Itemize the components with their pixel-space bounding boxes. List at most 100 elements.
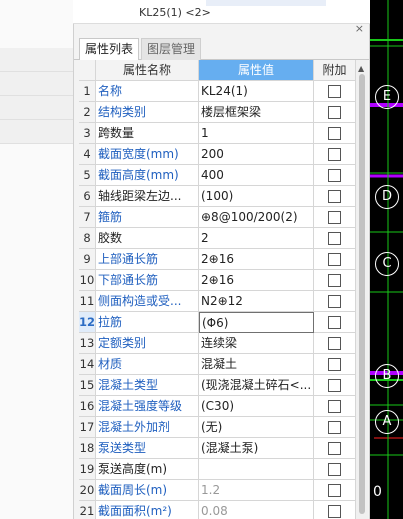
add-checkbox[interactable] bbox=[328, 420, 341, 434]
table-row[interactable]: 16 混凝土强度等级 (C30) bbox=[79, 396, 356, 417]
property-value[interactable]: KL24(1) bbox=[199, 81, 314, 102]
property-value[interactable]: 0.08 bbox=[199, 501, 314, 519]
row-index: 10 bbox=[79, 270, 96, 291]
property-add-cell bbox=[314, 270, 356, 291]
property-value[interactable]: 连续梁 bbox=[199, 333, 314, 354]
property-value[interactable]: 楼层框架梁 bbox=[199, 102, 314, 123]
property-add-cell bbox=[314, 249, 356, 270]
add-checkbox[interactable] bbox=[328, 357, 341, 371]
table-row[interactable]: 20 截面周长(m) 1.2 bbox=[79, 480, 356, 501]
property-add-cell bbox=[314, 480, 356, 501]
row-index: 4 bbox=[79, 144, 96, 165]
table-row[interactable]: 4 截面宽度(mm) 200 bbox=[79, 144, 356, 165]
add-checkbox[interactable] bbox=[328, 189, 341, 203]
add-checkbox[interactable] bbox=[328, 210, 341, 224]
row-index: 14 bbox=[79, 354, 96, 375]
add-checkbox[interactable] bbox=[328, 315, 341, 329]
header-index bbox=[79, 60, 96, 81]
table-row[interactable]: 7 箍筋 ⊕8@100/200(2) bbox=[79, 207, 356, 228]
property-name: 材质 bbox=[96, 354, 199, 375]
row-index: 20 bbox=[79, 480, 96, 501]
table-row[interactable]: 21 截面面积(m²) 0.08 bbox=[79, 501, 356, 519]
add-checkbox[interactable] bbox=[328, 252, 341, 266]
scroll-up-icon[interactable]: ▲ bbox=[358, 64, 364, 73]
tree-item-kl25[interactable]: KL25(1) <2> bbox=[139, 6, 211, 19]
property-value[interactable]: (C30) bbox=[199, 396, 314, 417]
table-row[interactable]: 3 跨数量 1 bbox=[79, 123, 356, 144]
property-grid: 属性名称 属性值 附加 1 名称 KL24(1) 2 结构类别 楼层框架梁 3 跨数量 1 4 截面… bbox=[79, 60, 356, 519]
drawing-canvas[interactable]: E D C B A 0 bbox=[370, 0, 403, 519]
table-row[interactable]: 13 定额类别 连续梁 bbox=[79, 333, 356, 354]
table-row[interactable]: 14 材质 混凝土 bbox=[79, 354, 356, 375]
table-row[interactable]: 11 侧面构造或受... N2⊕12 bbox=[79, 291, 356, 312]
property-add-cell bbox=[314, 123, 356, 144]
table-row[interactable]: 1 名称 KL24(1) bbox=[79, 81, 356, 102]
property-add-cell bbox=[314, 438, 356, 459]
add-checkbox[interactable] bbox=[328, 231, 341, 245]
property-value[interactable]: 200 bbox=[199, 144, 314, 165]
property-value[interactable]: ⊕8@100/200(2) bbox=[199, 207, 314, 228]
add-checkbox[interactable] bbox=[328, 462, 341, 476]
add-checkbox[interactable] bbox=[328, 441, 341, 455]
add-checkbox[interactable] bbox=[328, 126, 341, 140]
add-checkbox[interactable] bbox=[328, 168, 341, 182]
property-add-cell bbox=[314, 417, 356, 438]
add-checkbox[interactable] bbox=[328, 147, 341, 161]
property-name: 名称 bbox=[96, 81, 199, 102]
table-row[interactable]: 17 混凝土外加剂 (无) bbox=[79, 417, 356, 438]
property-value[interactable]: (100) bbox=[199, 186, 314, 207]
add-checkbox[interactable] bbox=[328, 399, 341, 413]
table-row[interactable]: 5 截面高度(mm) 400 bbox=[79, 165, 356, 186]
left-panel bbox=[0, 0, 73, 519]
property-add-cell bbox=[314, 396, 356, 417]
row-index: 5 bbox=[79, 165, 96, 186]
property-name: 下部通长筋 bbox=[96, 270, 199, 291]
property-value[interactable]: 2 bbox=[199, 228, 314, 249]
scroll-thumb[interactable] bbox=[359, 74, 365, 514]
add-checkbox[interactable] bbox=[328, 336, 341, 350]
property-value[interactable]: N2⊕12 bbox=[199, 291, 314, 312]
table-row[interactable]: 19 泵送高度(m) bbox=[79, 459, 356, 480]
property-value[interactable]: 1 bbox=[199, 123, 314, 144]
vertical-scrollbar[interactable]: ▲ bbox=[356, 60, 368, 519]
add-checkbox[interactable] bbox=[328, 378, 341, 392]
close-icon[interactable]: × bbox=[355, 23, 364, 35]
property-value[interactable]: (混凝土泵) bbox=[199, 438, 314, 459]
add-checkbox[interactable] bbox=[328, 84, 341, 98]
add-checkbox[interactable] bbox=[328, 294, 341, 308]
tab-layer-management[interactable]: 图层管理 bbox=[141, 38, 202, 60]
property-add-cell bbox=[314, 186, 356, 207]
property-value[interactable] bbox=[199, 459, 314, 480]
property-value[interactable]: 混凝土 bbox=[199, 354, 314, 375]
property-name: 混凝土强度等级 bbox=[96, 396, 199, 417]
property-value[interactable]: (无) bbox=[199, 417, 314, 438]
row-index: 9 bbox=[79, 249, 96, 270]
table-row[interactable]: 9 上部通长筋 2⊕16 bbox=[79, 249, 356, 270]
left-row bbox=[0, 72, 73, 96]
add-checkbox[interactable] bbox=[328, 504, 341, 518]
table-row[interactable]: 2 结构类别 楼层框架梁 bbox=[79, 102, 356, 123]
table-row[interactable]: 6 轴线距梁左边... (100) bbox=[79, 186, 356, 207]
table-row[interactable]: 18 泵送类型 (混凝土泵) bbox=[79, 438, 356, 459]
property-add-cell bbox=[314, 207, 356, 228]
table-row[interactable]: 15 混凝土类型 (现浇混凝土碎石<... bbox=[79, 375, 356, 396]
property-add-cell bbox=[314, 501, 356, 519]
tab-property-list[interactable]: 属性列表 bbox=[79, 38, 140, 60]
property-add-cell bbox=[314, 102, 356, 123]
property-name: 拉筋 bbox=[96, 312, 199, 333]
property-value[interactable]: 1.2 bbox=[199, 480, 314, 501]
table-row[interactable]: 10 下部通长筋 2⊕16 bbox=[79, 270, 356, 291]
property-add-cell bbox=[314, 354, 356, 375]
add-checkbox[interactable] bbox=[328, 105, 341, 119]
property-name: 混凝土类型 bbox=[96, 375, 199, 396]
table-row[interactable]: 12 拉筋 (Φ6) bbox=[79, 312, 356, 333]
add-checkbox[interactable] bbox=[328, 483, 341, 497]
property-add-cell bbox=[314, 375, 356, 396]
property-value[interactable]: 400 bbox=[199, 165, 314, 186]
property-value[interactable]: 2⊕16 bbox=[199, 249, 314, 270]
property-value[interactable]: (Φ6) bbox=[199, 312, 314, 333]
table-row[interactable]: 8 胶数 2 bbox=[79, 228, 356, 249]
property-value[interactable]: (现浇混凝土碎石<... bbox=[199, 375, 314, 396]
property-value[interactable]: 2⊕16 bbox=[199, 270, 314, 291]
add-checkbox[interactable] bbox=[328, 273, 341, 287]
